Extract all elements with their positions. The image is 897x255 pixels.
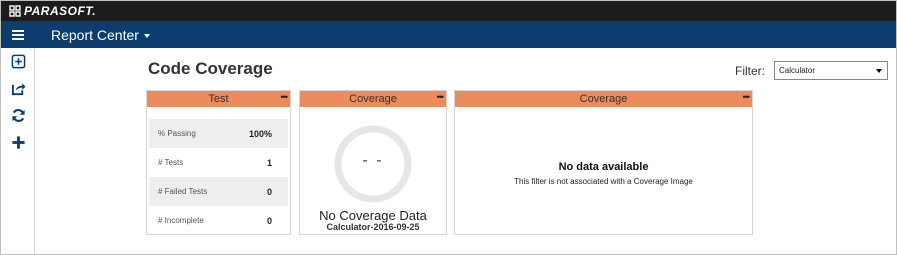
filter-label: Filter: xyxy=(735,64,765,78)
page-title: Code Coverage xyxy=(148,59,273,78)
stat-value: 1 xyxy=(266,157,272,168)
stat-row-tests: # Tests 1 xyxy=(149,148,288,177)
coverage-gauge-widget: Coverage ••• - - No Coverage Data Calcul… xyxy=(299,90,447,235)
add-button[interactable] xyxy=(1,129,35,156)
caret-down-icon xyxy=(143,33,150,38)
app-title: Report Center xyxy=(51,26,139,43)
test-stats-list: % Passing 100% # Tests 1 # Failed Tests … xyxy=(147,107,290,235)
add-widget-icon xyxy=(11,54,25,69)
stat-label: # Incomplete xyxy=(158,216,204,225)
brand-bar: PARASOFT. xyxy=(1,1,896,21)
coverage-chart-title: Coverage xyxy=(579,93,628,105)
stat-row-incomplete: # Incomplete 0 xyxy=(149,206,288,235)
coverage-gauge: - - xyxy=(333,124,413,204)
test-widget-header: Test ••• xyxy=(147,91,290,107)
empty-state-message: This filter is not associated with a Cov… xyxy=(514,177,693,186)
coverage-gauge-title: Coverage xyxy=(349,93,397,105)
coverage-status: No Coverage Data xyxy=(319,208,427,223)
widget-menu-icon[interactable]: ••• xyxy=(437,91,445,104)
dropdown-arrow-icon xyxy=(876,69,882,73)
coverage-gauge-header: Coverage ••• xyxy=(300,91,446,107)
stat-value: 100% xyxy=(248,128,272,139)
menu-button[interactable] xyxy=(1,21,35,48)
brand-name: PARASOFT. xyxy=(24,4,97,18)
refresh-button[interactable] xyxy=(1,102,35,129)
add-widget-button[interactable] xyxy=(1,48,35,75)
hamburger-icon xyxy=(12,28,24,42)
plus-icon xyxy=(11,136,25,149)
stat-row-passing: % Passing 100% xyxy=(149,119,288,148)
share-icon xyxy=(11,83,26,96)
widget-menu-icon[interactable]: ••• xyxy=(743,91,751,104)
coverage-chart-widget: Coverage ••• No data available This filt… xyxy=(454,90,753,235)
stat-label: % Passing xyxy=(158,129,196,138)
brand-logo: PARASOFT. xyxy=(9,4,96,18)
filter-selected-value: Calculator xyxy=(779,66,816,75)
coverage-subtitle: Calculator-2016-09-25 xyxy=(326,222,420,232)
parasoft-logo-icon xyxy=(9,5,21,17)
filter-select[interactable]: Calculator xyxy=(774,61,888,80)
gauge-value: - - xyxy=(362,152,384,169)
report-center-window: PARASOFT. Report Center Code Coverage Fi… xyxy=(0,0,897,255)
top-navbar: Report Center xyxy=(1,21,896,48)
stat-row-failed-tests: # Failed Tests 0 xyxy=(149,177,288,206)
empty-state-title: No data available xyxy=(558,161,649,173)
stat-label: # Failed Tests xyxy=(158,187,208,196)
left-toolbar xyxy=(1,48,35,254)
share-button[interactable] xyxy=(1,75,35,102)
report-center-dropdown[interactable]: Report Center xyxy=(51,27,150,43)
test-widget: Test ••• % Passing 100% # Tests 1 # Fail… xyxy=(146,90,291,235)
coverage-chart-header: Coverage ••• xyxy=(455,91,752,107)
widget-menu-icon[interactable]: ••• xyxy=(281,91,289,104)
refresh-icon xyxy=(11,109,25,122)
stat-label: # Tests xyxy=(158,158,184,167)
stat-value: 0 xyxy=(266,186,272,197)
stat-value: 0 xyxy=(266,215,272,226)
test-widget-title: Test xyxy=(208,93,229,105)
